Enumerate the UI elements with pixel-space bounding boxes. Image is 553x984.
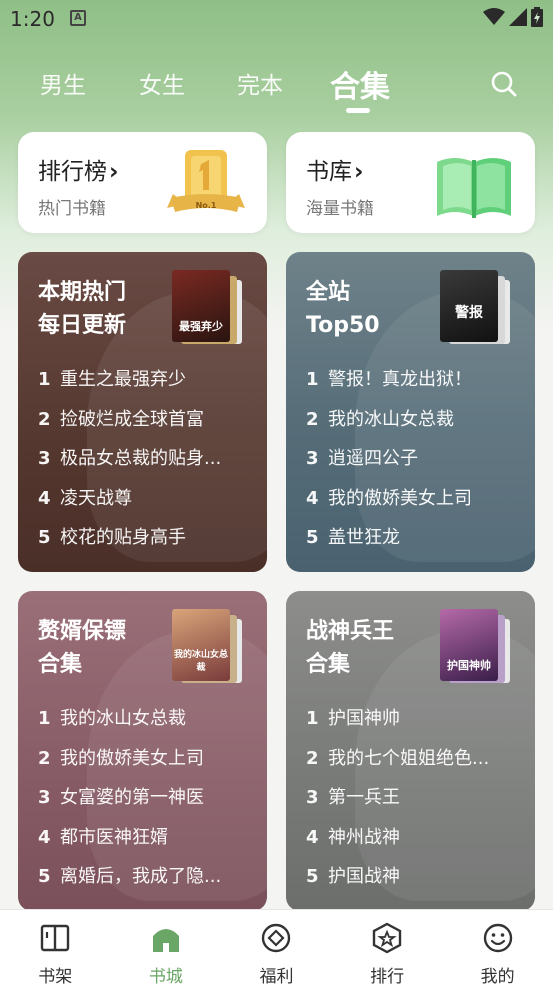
nav-bookshelf[interactable]: 书架 (0, 910, 111, 984)
star-badge-icon (372, 922, 402, 954)
collection-card-hot[interactable]: 本期热门 每日更新 最强弃少 1 重生之最强弃少 2 捡破烂成全球首富 3 极品女总裁… (18, 252, 267, 572)
library-card-subtitle: 海量书籍 (306, 199, 374, 219)
book-icon (41, 924, 70, 952)
list-item[interactable]: 3 极品女总裁的贴身... (38, 444, 253, 484)
nav-label: 书城 (148, 967, 183, 984)
book-cover-title: 护国神帅 (447, 659, 491, 672)
list-item[interactable]: 2 我的七个姐姐绝色... (306, 744, 521, 784)
notification-badge-icon: A (70, 10, 86, 26)
list-item[interactable]: 3 第一兵王 (306, 783, 521, 823)
ranking-card-subtitle: 热门书籍 (38, 199, 106, 219)
book-cover: 最强弃少 (172, 270, 230, 342)
search-icon[interactable] (490, 70, 518, 98)
nav-ranking[interactable]: 排行 (332, 910, 443, 984)
collection-title: 本期热门 每日更新 (38, 280, 127, 338)
list-item[interactable]: 3 逍遥四公子 (306, 444, 521, 484)
list-item[interactable]: 2 我的冰山女总裁 (306, 405, 521, 445)
trophy-badge-label: No.1 (196, 201, 217, 210)
list-item[interactable]: 4 我的傲娇美女上司 (306, 484, 521, 524)
battery-icon (531, 7, 543, 27)
book-list: 1 警报！真龙出狱！ 2 我的冰山女总裁 3 逍遥四公子 4 我的傲娇美女上司 5 盖世狂… (306, 365, 521, 563)
trophy-no1-icon: No.1 (167, 150, 245, 212)
status-time: 1:20 (10, 7, 55, 31)
collection-card-top50[interactable]: 全站 Top50 警报 1 警报！真龙出狱！ 2 我的冰山女总裁 3 逍遥四公子 4我… (286, 252, 535, 572)
list-item[interactable]: 2 我的傲娇美女上司 (38, 744, 253, 784)
book-list: 1 重生之最强弃少 2 捡破烂成全球首富 3 极品女总裁的贴身... 4 凌天战尊 5校… (38, 365, 253, 563)
nav-label: 书架 (38, 967, 73, 984)
list-item[interactable]: 3 女富婆的第一神医 (38, 783, 253, 823)
smile-icon (483, 923, 512, 953)
tab-completed[interactable]: 完本 (237, 66, 283, 100)
collection-card-war-god[interactable]: 战神兵王 合集 护国神帅 1 护国神帅 2 我的七个姐姐绝色... 3 第一兵王 4神… (286, 591, 535, 911)
nav-welfare[interactable]: 福利 (221, 910, 332, 984)
list-item[interactable]: 4 凌天战尊 (38, 484, 253, 524)
tab-collections[interactable]: 合集 (330, 62, 390, 106)
list-item[interactable]: 5 盖世狂龙 (306, 523, 521, 563)
ranking-card-title: 排行榜 (38, 159, 107, 185)
collection-title: 战神兵王 合集 (306, 619, 395, 677)
library-card[interactable]: 书库› 海量书籍 (286, 132, 535, 233)
tab-female[interactable]: 女生 (139, 66, 185, 100)
nav-bookstore[interactable]: 书城 (111, 910, 222, 984)
book-cover-stack: 护国神帅 (440, 609, 514, 685)
category-tabs: 男生 女生 完本 合集 (0, 62, 553, 112)
collection-title: 全站 Top50 (306, 280, 380, 338)
collection-card-son-in-law[interactable]: 赘婿保镖 合集 我的冰山女总裁 1 我的冰山女总裁 2 我的傲娇美女上司 3 女富婆的… (18, 591, 267, 911)
collection-title: 赘婿保镖 合集 (38, 619, 127, 677)
library-card-title: 书库 (306, 159, 352, 185)
list-item[interactable]: 1 护国神帅 (306, 704, 521, 744)
book-cover-title: 最强弃少 (179, 320, 223, 333)
list-item[interactable]: 5 护国战神 (306, 862, 521, 902)
nav-label: 福利 (259, 967, 294, 984)
list-item[interactable]: 1 我的冰山女总裁 (38, 704, 253, 744)
list-item[interactable]: 5 离婚后，我成了隐... (38, 862, 253, 902)
list-item[interactable]: 2 捡破烂成全球首富 (38, 405, 253, 445)
ranking-card[interactable]: 排行榜› 热门书籍 No.1 (18, 132, 267, 233)
book-cover-title: 我的冰山女总裁 (173, 650, 228, 673)
book-cover: 警报 (440, 270, 498, 342)
home-icon (152, 929, 179, 952)
book-cover: 护国神帅 (440, 609, 498, 681)
status-bar: 1:20 A (0, 0, 553, 38)
nav-label: 我的 (480, 967, 515, 984)
signal-icon (509, 8, 527, 26)
nav-label: 排行 (370, 967, 405, 984)
book-cover: 我的冰山女总裁 (172, 609, 230, 681)
tab-male[interactable]: 男生 (40, 66, 86, 100)
list-item[interactable]: 4 神州战神 (306, 823, 521, 863)
book-list: 1 护国神帅 2 我的七个姐姐绝色... 3 第一兵王 4 神州战神 5 护国战神 (306, 704, 521, 902)
book-cover-stack: 我的冰山女总裁 (172, 609, 246, 685)
chevron-right-icon: › (109, 159, 119, 185)
book-cover-stack: 最强弃少 (172, 270, 246, 346)
book-cover-title: 警报 (455, 305, 483, 321)
book-cover-stack: 警报 (440, 270, 514, 346)
wifi-icon (483, 8, 505, 25)
chevron-right-icon: › (354, 159, 364, 185)
nav-profile[interactable]: 我的 (442, 910, 553, 984)
list-item[interactable]: 1 警报！真龙出狱！ (306, 365, 521, 405)
gift-diamond-icon (262, 923, 291, 953)
bottom-navigation: 书架 书城 福利 排行 我的 (0, 909, 553, 984)
active-tab-indicator (346, 108, 370, 113)
list-item[interactable]: 1 重生之最强弃少 (38, 365, 253, 405)
book-list: 1 我的冰山女总裁 2 我的傲娇美女上司 3 女富婆的第一神医 4 都市医神狂婿 5 离婚… (38, 704, 253, 902)
list-item[interactable]: 4 都市医神狂婿 (38, 823, 253, 863)
list-item[interactable]: 5 校花的贴身高手 (38, 523, 253, 563)
open-book-icon (437, 158, 511, 218)
